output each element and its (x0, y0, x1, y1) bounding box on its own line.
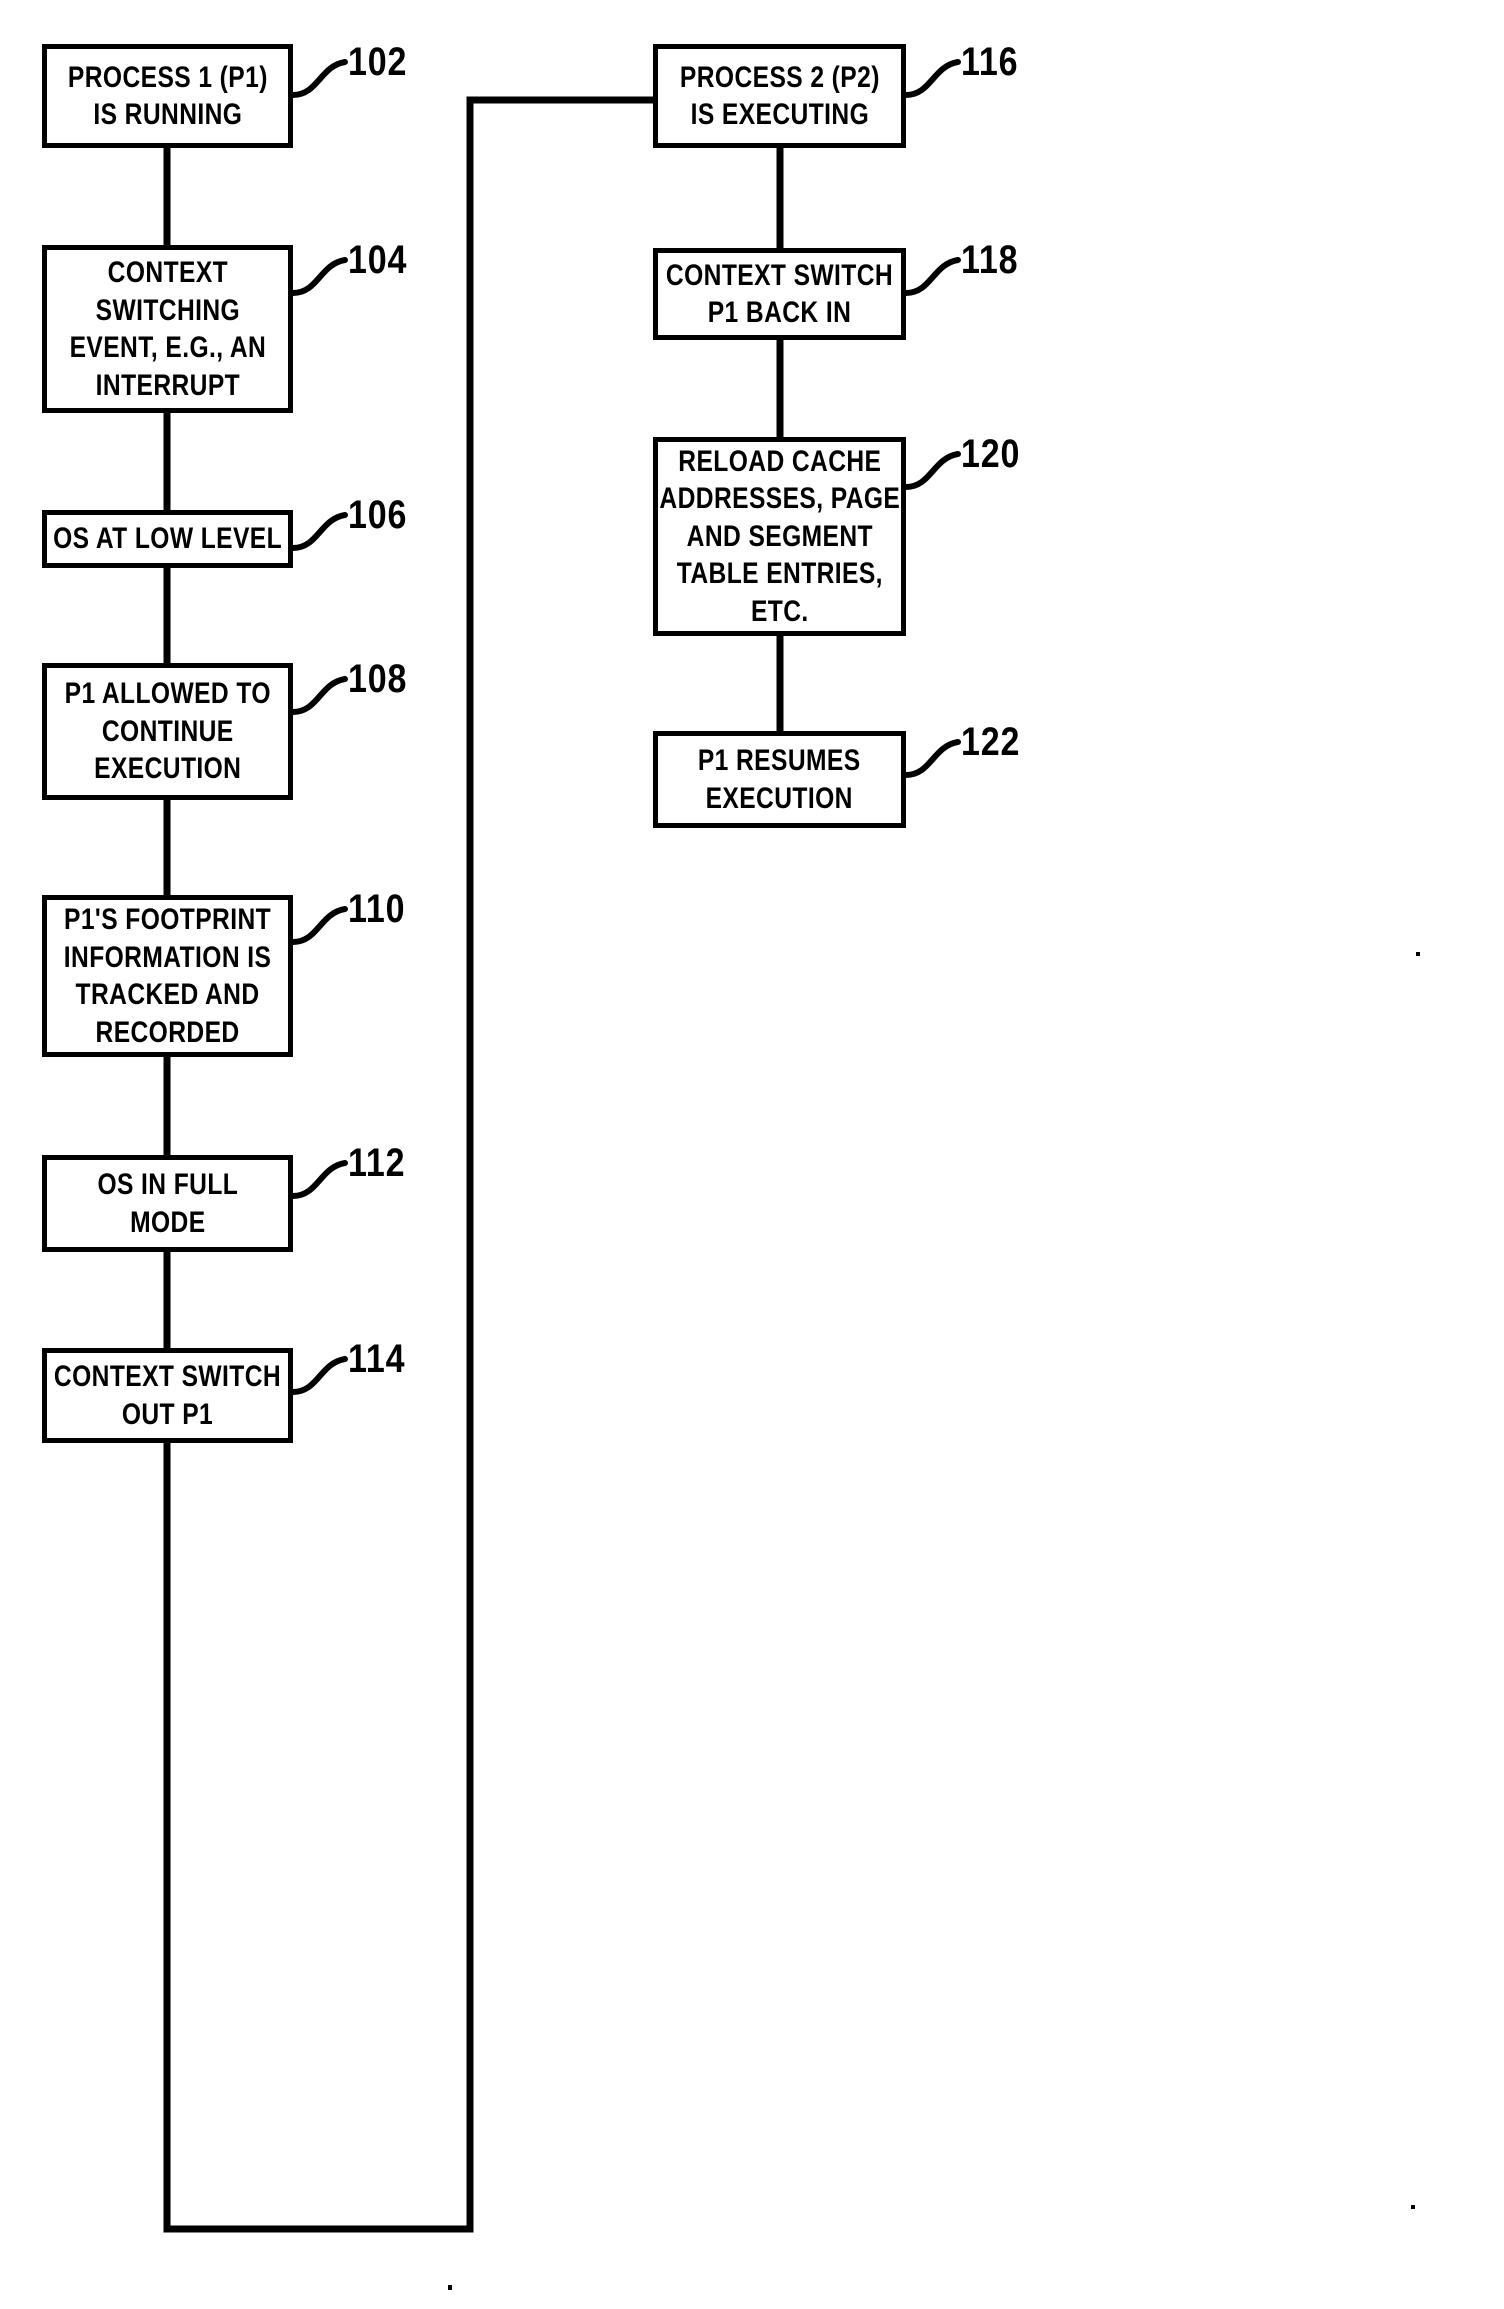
flow-node-102-label: PROCESS 1 (P1) IS RUNNING (67, 60, 268, 132)
leader-118 (903, 257, 961, 296)
reference-numeral-110: 110 (348, 887, 406, 931)
reference-numeral-122: 122 (961, 720, 1021, 764)
reference-numeral-108: 108 (348, 657, 408, 701)
reference-numeral-118: 118 (961, 238, 1019, 282)
reference-numeral-106: 106 (348, 493, 408, 537)
leader-108 (290, 676, 348, 715)
scan-speck (1416, 952, 1420, 956)
flow-node-110-label: P1'S FOOTPRINT INFORMATION IS TRACKED AN… (63, 903, 272, 1049)
flow-node-118-label: CONTEXT SWITCH P1 BACK IN (665, 258, 894, 330)
leader-114 (290, 1356, 348, 1395)
leader-102 (290, 59, 348, 98)
flow-node-102[interactable]: PROCESS 1 (P1) IS RUNNING (42, 44, 293, 148)
flow-node-104-label: CONTEXT SWITCHING EVENT, E.G., AN INTERR… (69, 256, 266, 402)
flow-node-116-label: PROCESS 2 (P2) IS EXECUTING (679, 60, 880, 132)
leader-106 (290, 512, 348, 551)
flow-node-108[interactable]: P1 ALLOWED TO CONTINUE EXECUTION (42, 663, 293, 800)
flow-node-114[interactable]: CONTEXT SWITCH OUT P1 (42, 1348, 293, 1443)
flow-node-108-label: P1 ALLOWED TO CONTINUE EXECUTION (64, 677, 271, 786)
leader-110 (290, 906, 348, 945)
flow-node-112-label: OS IN FULL MODE (97, 1168, 238, 1239)
flow-node-106-label: OS AT LOW LEVEL (53, 522, 282, 556)
leader-120 (903, 451, 961, 490)
flow-node-112[interactable]: OS IN FULL MODE (42, 1155, 293, 1252)
flow-node-120[interactable]: RELOAD CACHE ADDRESSES, PAGE AND SEGMENT… (653, 437, 906, 636)
leader-122 (903, 739, 961, 778)
flow-node-110[interactable]: P1'S FOOTPRINT INFORMATION IS TRACKED AN… (42, 895, 293, 1057)
leader-112 (290, 1160, 348, 1199)
reference-numeral-112: 112 (348, 1141, 406, 1185)
flow-node-122[interactable]: P1 RESUMES EXECUTION (653, 731, 906, 828)
flow-node-120-label: RELOAD CACHE ADDRESSES, PAGE AND SEGMENT… (659, 444, 900, 628)
leader-116 (903, 59, 961, 98)
reference-numeral-102: 102 (348, 40, 408, 84)
reference-numeral-120: 120 (961, 432, 1021, 476)
reference-numeral-116: 116 (961, 40, 1019, 84)
reference-numeral-104: 104 (348, 238, 408, 282)
flow-node-116[interactable]: PROCESS 2 (P2) IS EXECUTING (653, 44, 906, 148)
reference-numeral-114: 114 (348, 1337, 406, 1381)
patent-figure: PROCESS 1 (P1) IS RUNNING 102 CONTEXT SW… (0, 0, 1504, 2309)
flow-node-122-label: P1 RESUMES EXECUTION (698, 744, 861, 815)
flow-node-104[interactable]: CONTEXT SWITCHING EVENT, E.G., AN INTERR… (42, 245, 293, 413)
scan-speck (1411, 2205, 1415, 2209)
leader-104 (290, 257, 348, 296)
scan-speck (448, 2285, 452, 2290)
flow-node-118[interactable]: CONTEXT SWITCH P1 BACK IN (653, 248, 906, 340)
flow-node-114-label: CONTEXT SWITCH OUT P1 (53, 1360, 282, 1431)
flow-node-106[interactable]: OS AT LOW LEVEL (42, 510, 293, 568)
